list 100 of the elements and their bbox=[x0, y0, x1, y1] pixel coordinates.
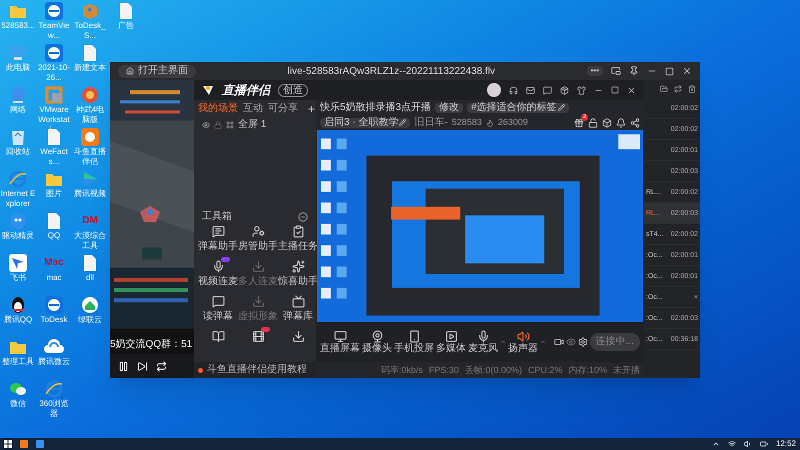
box-icon[interactable] bbox=[560, 86, 569, 94]
battery-icon[interactable] bbox=[760, 440, 768, 448]
desktop-icon-label[interactable]: WeFacts... bbox=[36, 147, 72, 167]
tool-label[interactable]: 视频连麦 bbox=[198, 276, 238, 288]
cube-icon[interactable] bbox=[602, 118, 612, 128]
desktop-icon-label[interactable]: 360浏览器 bbox=[36, 399, 72, 419]
lock-icon[interactable] bbox=[214, 121, 222, 129]
tool-icon[interactable] bbox=[292, 225, 304, 238]
desktop-icon-label[interactable]: 整理工具 bbox=[0, 357, 36, 367]
scene-tab[interactable]: 互动 bbox=[243, 104, 263, 114]
folder-icon bbox=[9, 3, 27, 19]
scene-tab[interactable]: 可分享 bbox=[268, 104, 298, 114]
source-button[interactable]: 多媒体 bbox=[436, 330, 466, 354]
more-button[interactable]: ••• bbox=[586, 66, 603, 76]
desktop-icon-label[interactable]: 图片 bbox=[36, 189, 72, 199]
settings-icon[interactable] bbox=[578, 337, 588, 347]
logo-icon bbox=[202, 84, 214, 96]
scene-item[interactable]: 全屏 1 bbox=[238, 120, 266, 130]
tool-label[interactable]: 房管助手 bbox=[238, 241, 278, 253]
maximize-icon[interactable] bbox=[665, 66, 674, 76]
network-icon[interactable] bbox=[728, 440, 736, 448]
app-name: 直播伴侣 bbox=[222, 82, 270, 99]
collapse-icon[interactable] bbox=[298, 212, 308, 222]
tool-label[interactable]: 惊喜助手 bbox=[278, 276, 318, 288]
source-button[interactable]: 扬声器 bbox=[508, 330, 538, 354]
avatar-icon[interactable] bbox=[487, 83, 501, 97]
clock[interactable]: 12:52 bbox=[776, 440, 796, 448]
edit-button[interactable]: 修改 bbox=[435, 102, 464, 112]
file-icon bbox=[83, 254, 97, 272]
shirt-icon[interactable] bbox=[577, 86, 586, 94]
start-icon[interactable] bbox=[4, 440, 12, 448]
tool-icon[interactable] bbox=[252, 330, 264, 343]
source-button[interactable]: 手机投屏 bbox=[394, 330, 434, 354]
start-stream-button[interactable]: 连接中... bbox=[590, 333, 640, 351]
desktop-icon-label[interactable]: 驱动精灵 bbox=[0, 231, 36, 241]
desktop-icon-label[interactable]: 飞书 bbox=[0, 273, 36, 283]
close-icon[interactable] bbox=[627, 86, 636, 94]
gift-icon[interactable] bbox=[574, 118, 584, 128]
tool-label[interactable]: 弹幕助手 bbox=[198, 241, 238, 253]
home-icon bbox=[126, 67, 134, 75]
bell-icon[interactable] bbox=[616, 118, 626, 128]
picture-in-picture-icon[interactable] bbox=[611, 66, 621, 76]
tool-icon[interactable] bbox=[212, 330, 224, 343]
recycle-bin-icon bbox=[10, 128, 26, 146]
tool-label[interactable]: 弹幕库 bbox=[283, 311, 313, 323]
mail-icon[interactable] bbox=[526, 86, 535, 94]
category-button[interactable]: 启同3 · 全职教学 bbox=[320, 118, 410, 128]
mode-badge[interactable]: 创造 bbox=[278, 84, 308, 96]
desktop-icon-label[interactable]: 大漠综合工具 bbox=[72, 231, 108, 251]
volume-icon[interactable] bbox=[744, 440, 752, 448]
tool-icon[interactable] bbox=[292, 295, 304, 308]
desktop-icon-label[interactable]: 神武4电脑版 bbox=[72, 105, 108, 125]
penguin-icon bbox=[10, 296, 26, 314]
scene-tab[interactable]: 我的场景 bbox=[198, 104, 238, 114]
desktop-icon-label[interactable]: QQ bbox=[36, 231, 72, 241]
maximize-icon[interactable] bbox=[611, 86, 619, 94]
folder-icon bbox=[9, 339, 27, 355]
desktop-icon-label[interactable]: mac bbox=[36, 273, 72, 283]
record-icon[interactable] bbox=[554, 337, 564, 347]
close-icon[interactable] bbox=[682, 66, 692, 76]
eye-icon[interactable] bbox=[202, 121, 210, 129]
file-icon bbox=[47, 212, 61, 230]
tray-expand-icon[interactable] bbox=[712, 440, 720, 448]
desktop-icon-label[interactable]: dll bbox=[72, 273, 108, 283]
desktop-icon-label[interactable]: 微信 bbox=[0, 399, 36, 409]
tool-icon[interactable] bbox=[212, 295, 224, 308]
source-button[interactable]: 麦克风 bbox=[468, 330, 498, 354]
tool-icon[interactable] bbox=[292, 330, 304, 343]
caret-icon[interactable] bbox=[540, 339, 546, 345]
add-scene-button[interactable]: + bbox=[308, 103, 316, 115]
source-button[interactable]: 摄像头 bbox=[362, 330, 392, 354]
desktop-icon-label[interactable]: 斗鱼直播伴侣 bbox=[72, 147, 108, 167]
eye-icon[interactable] bbox=[566, 337, 576, 347]
desktop-icon-label[interactable]: 腾讯QQ bbox=[0, 315, 36, 325]
headset-icon[interactable] bbox=[509, 86, 518, 94]
tool-icon[interactable] bbox=[212, 225, 224, 238]
desktop-icon-label[interactable]: Internet Explorer bbox=[0, 189, 36, 209]
tool-icon[interactable] bbox=[252, 225, 264, 238]
pause-icon[interactable] bbox=[118, 360, 129, 372]
loop-icon[interactable] bbox=[156, 360, 167, 372]
trash-icon[interactable] bbox=[688, 85, 696, 93]
unlock-icon[interactable] bbox=[588, 118, 598, 128]
desktop-icon-label[interactable]: 绿联云 bbox=[72, 315, 108, 325]
desktop-icon-label[interactable]: ToDesk bbox=[36, 315, 72, 325]
share-icon[interactable] bbox=[630, 118, 640, 128]
open-main-button[interactable]: 打开主界面 bbox=[118, 64, 196, 78]
tool-icon[interactable] bbox=[292, 260, 304, 273]
message-icon[interactable] bbox=[543, 86, 552, 94]
swap-icon[interactable] bbox=[674, 85, 682, 93]
tag-button[interactable]: #选择适合你的标签 bbox=[467, 102, 569, 112]
tool-label[interactable]: 主播任务 bbox=[278, 241, 318, 253]
tool-label[interactable]: 读弹幕 bbox=[203, 311, 233, 323]
source-button[interactable]: 直播屏幕 bbox=[320, 330, 360, 354]
caret-icon[interactable] bbox=[500, 339, 506, 345]
desktop-icon-label[interactable]: 腾讯视频 bbox=[72, 189, 108, 199]
tool-icon[interactable] bbox=[212, 260, 224, 273]
next-icon[interactable] bbox=[137, 360, 148, 372]
pin-icon[interactable] bbox=[629, 66, 639, 76]
desktop-icon-label[interactable]: 腾讯微云 bbox=[36, 357, 72, 367]
folder-icon[interactable] bbox=[660, 85, 668, 93]
